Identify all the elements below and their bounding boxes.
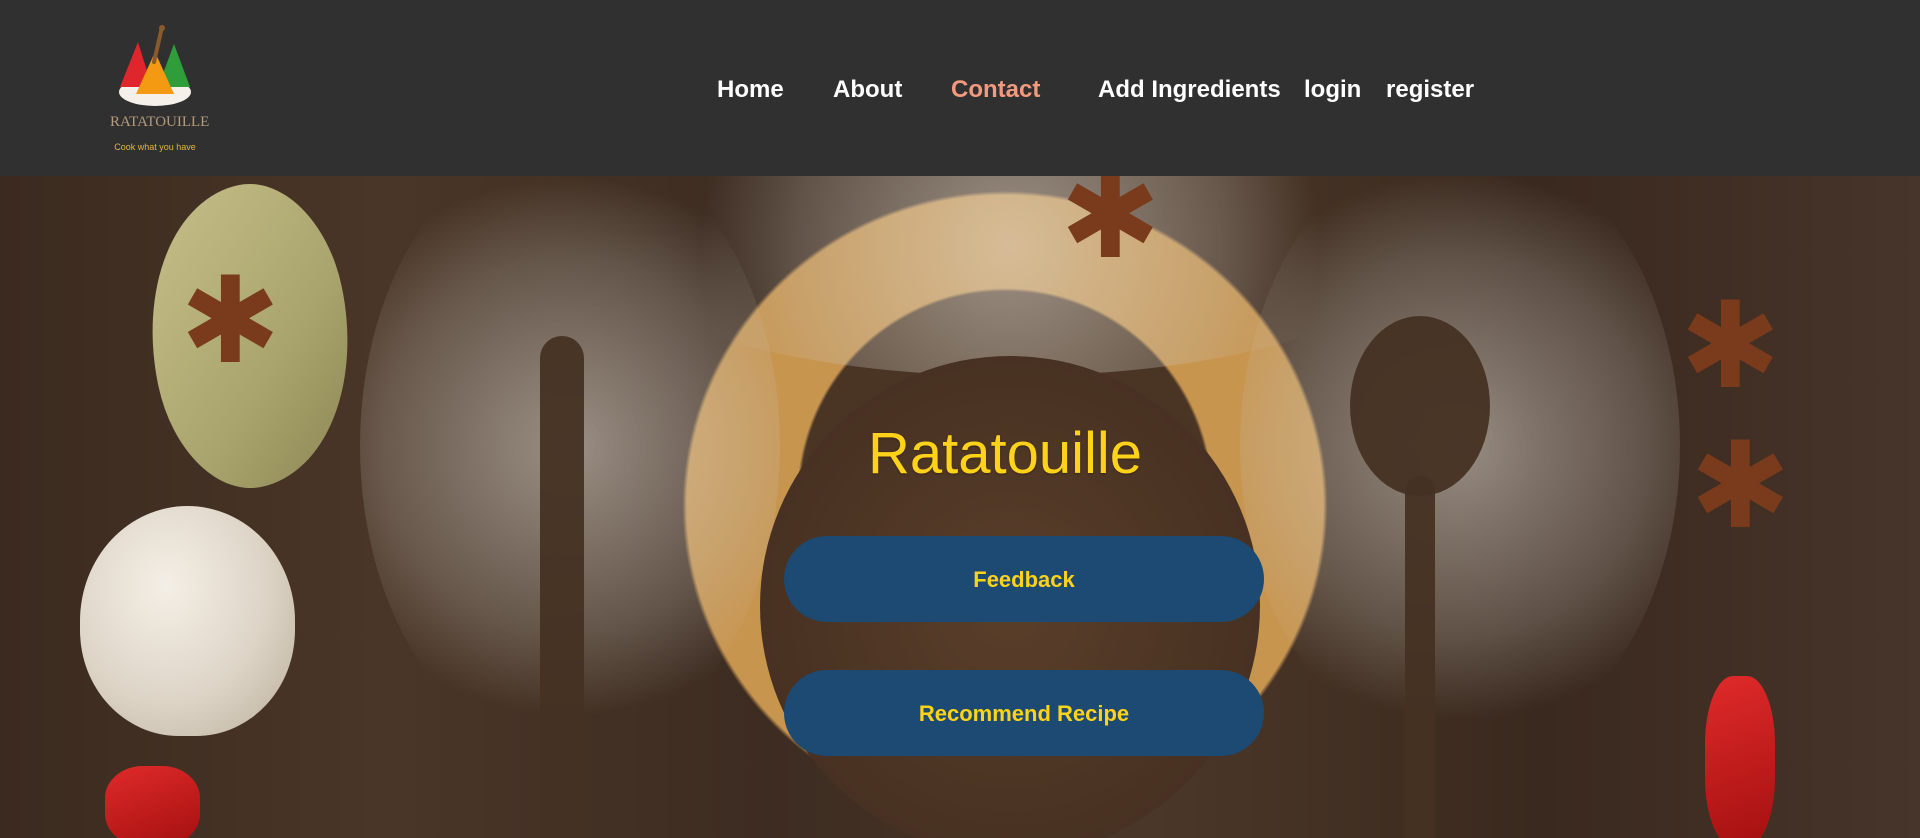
garlic-bulb [80,506,295,736]
star-anise-icon: ✱ [1060,176,1161,283]
hero-section: ✱ ✱ ✱ ✱ Ratatouille Feedback Recommend R… [0,176,1920,838]
nav-contact-link[interactable]: Contact [951,74,1040,106]
chili-pepper [105,766,200,838]
nav-about-link[interactable]: About [833,74,902,106]
chili-pepper [1705,676,1775,838]
star-anise-icon: ✱ [1680,279,1781,413]
logo-tagline: Cook what you have [114,142,196,152]
feedback-button[interactable]: Feedback [784,536,1264,622]
ratatouille-logo[interactable]: RATATOUILLE Cook what you have [110,22,210,160]
spoon-handle-silhouette [1405,476,1435,838]
nav-add-ingredients-link[interactable]: Add Ingredients [1098,74,1281,106]
nav-login-link[interactable]: login [1304,74,1361,106]
top-navbar: RATATOUILLE Cook what you have Home Abou… [0,0,1920,176]
fork-silhouette [540,336,584,838]
logo-name: RATATOUILLE [110,114,210,130]
hero-title: Ratatouille [867,421,1143,486]
star-anise-icon: ✱ [180,254,281,388]
nav-home-link[interactable]: Home [717,74,784,106]
spice-cones-icon [119,25,191,106]
nav-register-link[interactable]: register [1386,74,1474,106]
recommend-recipe-button[interactable]: Recommend Recipe [784,670,1264,756]
